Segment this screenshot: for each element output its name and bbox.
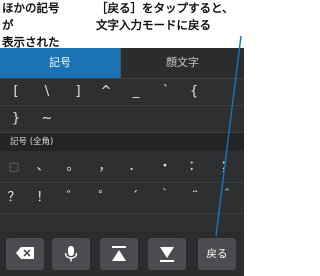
symbol-key[interactable]: ゜ [92,183,118,213]
symbol-key[interactable]: _ [122,79,150,105]
symbol-key[interactable]: ] [64,79,92,105]
symbol-key[interactable]: ？ [2,183,26,213]
symbol-key[interactable]: ´ [122,183,148,213]
symbol-key[interactable]: 。 [60,152,86,182]
symbol-key[interactable]: ゛ [60,183,86,213]
symbol-keyboard: 記号 顔文字 [ \ ] ^ _ ` { } ~ 記号 (全角) □ 、 。 ，… [0,48,244,276]
scroll-to-bottom-icon [160,247,174,262]
symbol-key[interactable]: ` [152,79,180,105]
symbol-key[interactable]: ｀ [152,183,178,213]
back-button[interactable]: 戻る [198,238,236,270]
voice-input-button[interactable] [52,238,90,270]
symbol-key[interactable]: } [2,106,30,132]
symbol-key[interactable]: \ [33,79,61,105]
scroll-bottom-button[interactable] [148,238,186,270]
symbol-key[interactable]: ； [214,152,240,182]
microphone-icon [64,246,78,262]
symbol-row-1: [ \ ] ^ _ ` { [0,79,244,106]
backspace-icon [16,247,34,259]
section-label-fullwidth: 記号 (全角) [0,133,244,151]
tab-emoticons[interactable]: 顔文字 [120,48,244,78]
callout-left-line1: ほかの記号が [2,1,60,32]
symbol-row-2: } ~ [0,106,244,133]
scroll-top-button[interactable] [100,238,138,270]
callout-right-line1: ［戻る］をタップすると、 [96,1,234,15]
symbol-key[interactable]: ！ [30,183,56,213]
callout-right-line2: 文字入力モードに戻る [96,18,211,32]
keyboard-tabs: 記号 顔文字 [0,48,244,79]
symbol-row-4: ？ ！ ゛ ゜ ´ ｀ ¨ ＾ [0,183,244,214]
tab-symbols[interactable]: 記号 [0,48,120,78]
symbol-key[interactable]: 、 [30,152,56,182]
symbol-row-3: □ 、 。 ， ． ・ ： ； [0,152,244,183]
callout-other-symbols: ほかの記号が 表示された [2,0,66,51]
symbol-key[interactable]: ． [122,152,148,182]
symbol-key[interactable]: ~ [33,106,61,132]
delete-button[interactable] [6,238,44,270]
scroll-to-top-icon [112,246,126,261]
symbol-key[interactable]: ¨ [182,183,208,213]
keyboard-toolbar: 戻る [0,232,244,276]
symbol-key[interactable]: { [180,79,208,105]
symbol-key[interactable]: ， [92,152,118,182]
symbol-key[interactable]: [ [2,79,30,105]
symbol-key[interactable]: ^ [92,79,120,105]
symbol-key[interactable]: ： [182,152,208,182]
callout-back-instruction: ［戻る］をタップすると、 文字入力モードに戻る [96,0,244,34]
symbol-key[interactable]: □ [2,152,26,182]
symbol-key[interactable]: ・ [152,152,178,182]
symbol-key[interactable]: ＾ [214,183,240,213]
